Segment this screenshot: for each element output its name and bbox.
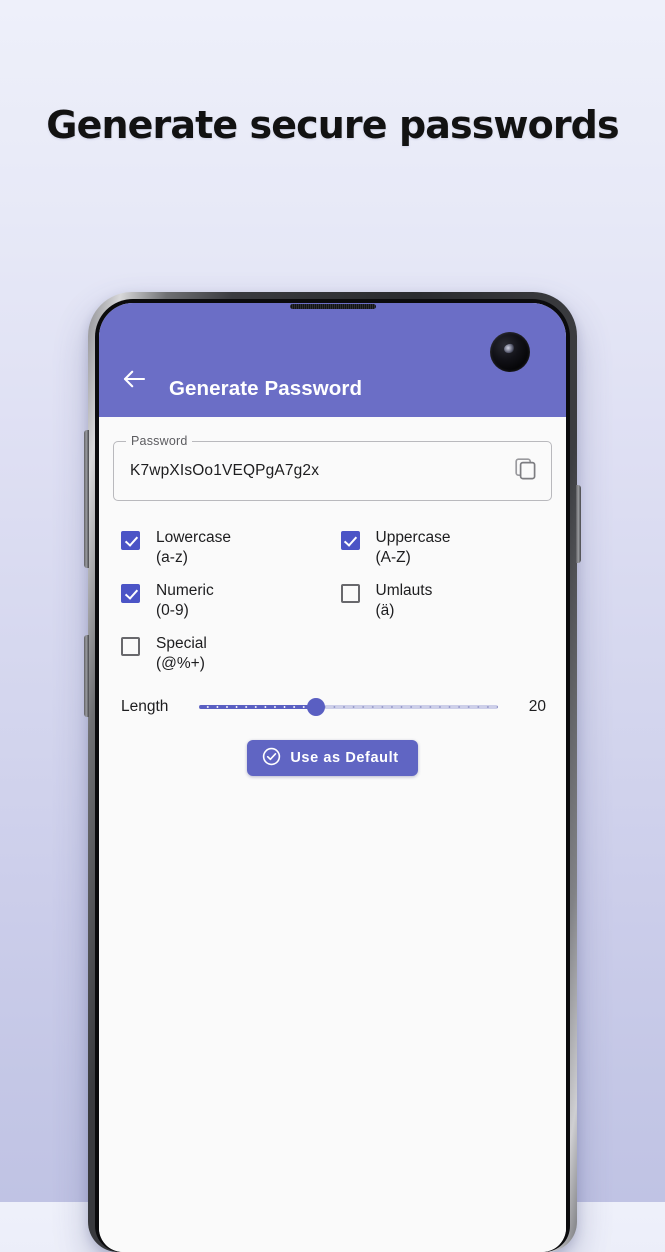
option-numeric[interactable]: Numeric (0-9)	[113, 574, 333, 627]
phone-bezel: Generate Password Password K7wpXIsOo1VEQ…	[95, 299, 570, 1252]
copy-password-button[interactable]	[501, 447, 549, 495]
password-field-label: Password	[126, 434, 193, 448]
phone-screen: Generate Password Password K7wpXIsOo1VEQ…	[99, 303, 566, 1252]
checkbox-lowercase[interactable]	[121, 531, 140, 550]
option-umlauts-sub: (ä)	[375, 601, 395, 619]
checkbox-special[interactable]	[121, 637, 140, 656]
front-camera-icon	[490, 332, 530, 372]
option-special-label: Special	[156, 635, 207, 652]
option-special[interactable]: Special (@%+)	[113, 627, 333, 680]
option-uppercase-sub: (A-Z)	[375, 548, 411, 566]
slider-thumb[interactable]	[306, 698, 325, 716]
length-slider[interactable]	[199, 696, 498, 718]
slider-ticks-active	[199, 705, 316, 710]
options-grid-spacer	[333, 627, 553, 680]
length-slider-row: Length 20	[113, 696, 552, 718]
volume-button[interactable]	[84, 430, 89, 568]
password-value[interactable]: K7wpXIsOo1VEQPgA7g2x	[114, 462, 501, 480]
arrow-left-icon	[122, 368, 147, 395]
option-umlauts[interactable]: Umlauts (ä)	[333, 574, 553, 627]
option-umlauts-label: Umlauts	[375, 582, 433, 599]
phone-device-frame: Generate Password Password K7wpXIsOo1VEQ…	[84, 292, 581, 1252]
screen-content: Password K7wpXIsOo1VEQPgA7g2x Lowercase …	[99, 434, 566, 1252]
option-lowercase[interactable]: Lowercase (a-z)	[113, 521, 333, 574]
character-set-options: Lowercase (a-z) Uppercase (A-Z) Numeric …	[113, 521, 552, 680]
option-umlauts-text: Umlauts (ä)	[376, 581, 433, 620]
slider-ticks-inactive	[315, 705, 498, 710]
option-special-sub: (@%+)	[156, 654, 205, 672]
option-lowercase-sub: (a-z)	[156, 548, 188, 566]
back-button[interactable]	[111, 361, 157, 401]
length-label: Length	[121, 698, 169, 715]
option-numeric-text: Numeric (0-9)	[156, 581, 214, 620]
checkbox-numeric[interactable]	[121, 584, 140, 603]
length-value: 20	[528, 698, 546, 715]
app-bar-title: Generate Password	[169, 377, 363, 400]
use-as-default-button[interactable]: Use as Default	[247, 740, 418, 776]
check-circle-icon	[262, 747, 281, 770]
option-special-text: Special (@%+)	[156, 634, 207, 673]
copy-icon	[513, 456, 538, 486]
use-as-default-label: Use as Default	[290, 750, 399, 766]
option-lowercase-label: Lowercase	[156, 529, 231, 546]
checkbox-uppercase[interactable]	[340, 531, 360, 550]
option-uppercase-label: Uppercase	[375, 529, 451, 546]
option-uppercase[interactable]: Uppercase (A-Z)	[333, 521, 553, 574]
option-numeric-sub: (0-9)	[156, 601, 189, 619]
password-field[interactable]: Password K7wpXIsOo1VEQPgA7g2x	[113, 434, 552, 501]
power-button[interactable]	[84, 635, 89, 717]
primary-action-row: Use as Default	[113, 740, 552, 776]
earpiece-speaker-icon	[289, 304, 376, 309]
page-title: Generate secure passwords	[46, 103, 619, 147]
checkbox-umlauts[interactable]	[340, 584, 360, 603]
side-key-button[interactable]	[576, 485, 581, 563]
option-uppercase-text: Uppercase (A-Z)	[376, 528, 451, 567]
app-bar: Generate Password	[99, 303, 566, 417]
option-lowercase-text: Lowercase (a-z)	[156, 528, 231, 567]
option-numeric-label: Numeric	[156, 582, 214, 599]
